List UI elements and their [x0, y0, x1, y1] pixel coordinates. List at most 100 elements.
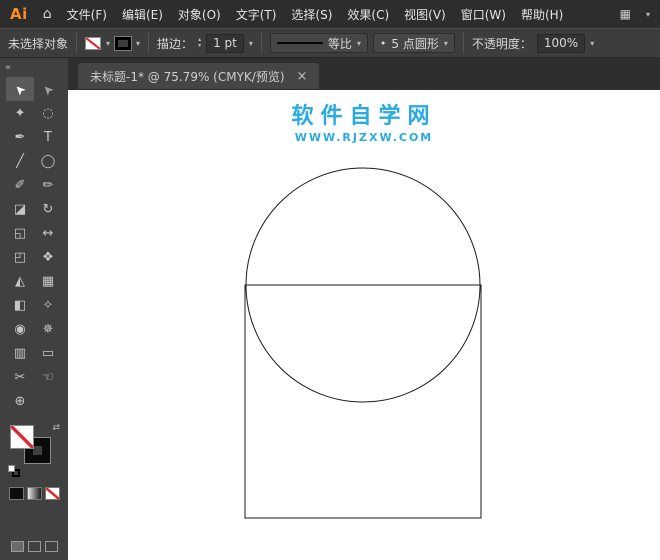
document-tab[interactable]: 未标题-1* @ 75.79% (CMYK/预览) ×: [78, 63, 319, 89]
symbol-sprayer-tool-icon: ✵: [43, 322, 54, 337]
fill-caret-icon[interactable]: ▾: [106, 39, 110, 48]
tools-grid: ➤ ➤ ✦ ◌ ✒ T ╱ ◯ ✐ ✏ ◪ ↻ ◱ ↔ ◰ ❖ ◭ ▦ ◧ ✧: [6, 77, 62, 413]
collapse-panel-icon[interactable]: «: [0, 60, 16, 77]
stroke-caret-icon[interactable]: ▾: [136, 39, 140, 48]
document-tab-bar: 未标题-1* @ 75.79% (CMYK/预览) ×: [68, 58, 660, 90]
apply-none-button[interactable]: [45, 487, 60, 500]
width-profile-dropdown[interactable]: 等比 ▾: [270, 33, 368, 53]
menu-object[interactable]: 对象(O): [178, 6, 221, 23]
fill-swatch[interactable]: [10, 425, 34, 449]
menu-type[interactable]: 文字(T): [236, 6, 277, 23]
hand-tool-icon: ☜: [42, 370, 54, 385]
artboard-canvas[interactable]: 软件自学网 WWW.RJZXW.COM: [68, 90, 660, 560]
selection-tool-icon: ➤: [11, 80, 29, 98]
line-segment-tool-icon: ╱: [16, 154, 24, 169]
tool-mesh[interactable]: ▦: [34, 269, 62, 293]
tool-magic-wand[interactable]: ✦: [6, 101, 34, 125]
tool-direct-selection[interactable]: ➤: [34, 77, 62, 101]
tool-type[interactable]: T: [34, 125, 62, 149]
draw-mode-buttons: [11, 541, 58, 552]
tool-pencil[interactable]: ✏: [34, 173, 62, 197]
menu-edit[interactable]: 编辑(E): [122, 6, 163, 23]
apply-color-button[interactable]: [9, 487, 24, 500]
stroke-weight-stepper[interactable]: ▴ ▾: [198, 37, 201, 49]
tools-panel: « ➤ ➤ ✦ ◌ ✒ T ╱ ◯ ✐ ✏ ◪ ↻ ◱ ↔ ◰ ❖ ◭ ▦ ◧: [0, 58, 68, 560]
paintbrush-tool-icon: ✐: [15, 178, 26, 193]
workspace-switcher-icon[interactable]: ▦: [620, 7, 631, 21]
stroke-weight-value[interactable]: 1 pt: [206, 34, 244, 53]
brush-preview-icon: •: [380, 37, 387, 50]
magic-wand-tool-icon: ✦: [15, 106, 26, 121]
column-graph-tool-icon: ▥: [14, 346, 26, 361]
menu-file[interactable]: 文件(F): [67, 6, 107, 23]
fill-stroke-indicator: ⇄: [8, 425, 60, 473]
swap-fill-stroke-icon[interactable]: ⇄: [52, 423, 60, 433]
tool-hand[interactable]: ☜: [34, 365, 62, 389]
scale-tool-icon: ◱: [14, 226, 26, 241]
workspace-caret-icon[interactable]: ▾: [646, 10, 650, 19]
separator: [463, 33, 464, 53]
pencil-tool-icon: ✏: [43, 178, 54, 193]
menu-select[interactable]: 选择(S): [291, 6, 332, 23]
direct-selection-tool-icon: ➤: [39, 80, 57, 98]
menu-bar: Ai ⌂ 文件(F) 编辑(E) 对象(O) 文字(T) 选择(S) 效果(C)…: [0, 0, 660, 28]
stroke-color-control[interactable]: [115, 37, 131, 50]
tool-rotate[interactable]: ↻: [34, 197, 62, 221]
profile-caret-icon: ▾: [357, 39, 361, 48]
tool-column-graph[interactable]: ▥: [6, 341, 34, 365]
brush-dropdown[interactable]: • 5 点圆形 ▾: [373, 33, 455, 53]
document-tab-title: 未标题-1* @ 75.79% (CMYK/预览): [90, 68, 285, 85]
tool-ellipse[interactable]: ◯: [34, 149, 62, 173]
width-tool-icon: ↔: [43, 226, 54, 241]
profile-line-icon: [277, 42, 323, 44]
draw-inside-button[interactable]: [45, 541, 58, 552]
menu-effect[interactable]: 效果(C): [347, 6, 389, 23]
home-icon[interactable]: ⌂: [43, 6, 52, 22]
selection-status: 未选择对象: [8, 35, 68, 52]
tool-artboard[interactable]: ▭: [34, 341, 62, 365]
separator: [76, 33, 77, 53]
draw-normal-button[interactable]: [11, 541, 24, 552]
gradient-tool-icon: ◧: [14, 298, 26, 313]
perspective-grid-tool-icon: ◭: [15, 274, 25, 289]
tool-eyedropper[interactable]: ✧: [34, 293, 62, 317]
tool-paintbrush[interactable]: ✐: [6, 173, 34, 197]
control-bar: 未选择对象 ▾ ▾ 描边： ▴ ▾ 1 pt ▾ 等比 ▾ • 5 点圆形 ▾ …: [0, 28, 660, 58]
tool-line-segment[interactable]: ╱: [6, 149, 34, 173]
tool-perspective-grid[interactable]: ◭: [6, 269, 34, 293]
draw-behind-button[interactable]: [28, 541, 41, 552]
menu-window[interactable]: 窗口(W): [461, 6, 506, 23]
width-profile-value: 等比: [328, 35, 352, 52]
tool-selection[interactable]: ➤: [6, 77, 34, 101]
app-logo: Ai: [10, 5, 28, 23]
tool-scale[interactable]: ◱: [6, 221, 34, 245]
artwork-layer: [68, 90, 660, 560]
illustrator-window: Ai ⌂ 文件(F) 编辑(E) 对象(O) 文字(T) 选择(S) 效果(C)…: [0, 0, 660, 560]
tool-width[interactable]: ↔: [34, 221, 62, 245]
tool-shape-builder[interactable]: ❖: [34, 245, 62, 269]
menu-view[interactable]: 视图(V): [404, 6, 446, 23]
separator: [261, 33, 262, 53]
menu-help[interactable]: 帮助(H): [521, 6, 563, 23]
tool-pen[interactable]: ✒: [6, 125, 34, 149]
tool-zoom[interactable]: ⊕: [6, 389, 34, 413]
eyedropper-tool-icon: ✧: [43, 298, 54, 313]
tool-lasso[interactable]: ◌: [34, 101, 62, 125]
tool-gradient[interactable]: ◧: [6, 293, 34, 317]
default-fill-stroke-icon[interactable]: [8, 465, 20, 477]
tool-blend[interactable]: ◉: [6, 317, 34, 341]
tool-free-transform[interactable]: ◰: [6, 245, 34, 269]
opacity-value[interactable]: 100%: [537, 34, 585, 53]
ellipse-tool-icon: ◯: [41, 154, 56, 169]
eraser-tool-icon: ◪: [14, 202, 26, 217]
close-tab-icon[interactable]: ×: [297, 69, 308, 84]
stepper-down-icon[interactable]: ▾: [198, 43, 201, 49]
opacity-caret-icon[interactable]: ▾: [590, 39, 594, 48]
tool-eraser[interactable]: ◪: [6, 197, 34, 221]
stroke-weight-label: 描边：: [157, 35, 193, 52]
tool-slice[interactable]: ✂: [6, 365, 34, 389]
tool-symbol-sprayer[interactable]: ✵: [34, 317, 62, 341]
apply-gradient-button[interactable]: [27, 487, 42, 500]
fill-color-control[interactable]: [85, 37, 101, 50]
stroke-weight-caret-icon[interactable]: ▾: [249, 39, 253, 48]
